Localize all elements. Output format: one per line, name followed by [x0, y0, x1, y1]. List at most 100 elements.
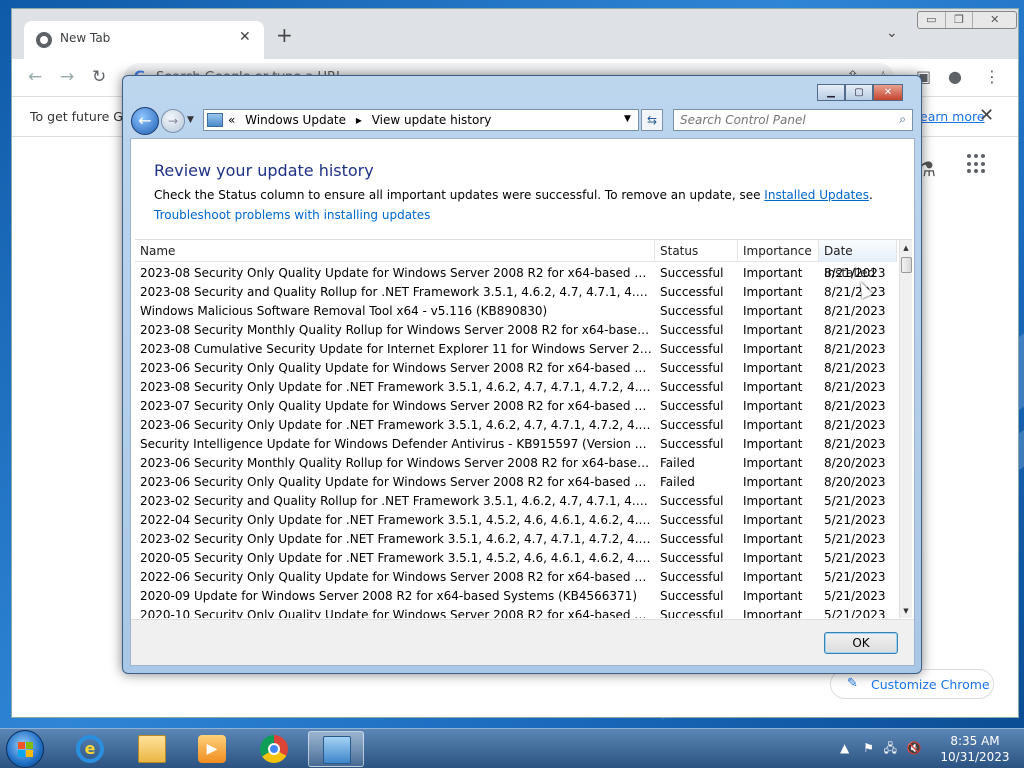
table-row[interactable]: 2023-06 Security Monthly Quality Rollup … — [135, 454, 897, 473]
update-date: 5/21/2023 — [824, 589, 886, 603]
table-row[interactable]: 2020-05 Security Only Update for .NET Fr… — [135, 549, 897, 568]
table-row[interactable]: 2023-08 Cumulative Security Update for I… — [135, 340, 897, 359]
customize-chrome-label: Customize Chrome — [871, 677, 990, 692]
table-row[interactable]: Security Intelligence Update for Windows… — [135, 435, 897, 454]
action-center-flag-icon[interactable]: ⚑ — [863, 741, 874, 755]
scroll-down-icon[interactable]: ▼ — [900, 605, 912, 617]
taskbar-file-explorer[interactable] — [124, 731, 180, 767]
update-date: 8/21/2023 — [824, 266, 886, 280]
update-status: Successful — [660, 570, 724, 584]
recent-pages-dropdown-icon[interactable]: ▼ — [187, 115, 194, 125]
update-status: Successful — [660, 323, 724, 337]
taskbar-chrome[interactable] — [246, 731, 302, 767]
close-button[interactable]: ✕ — [873, 84, 903, 101]
minimize-button[interactable]: ▭ — [918, 12, 946, 28]
restore-button[interactable]: ❐ — [946, 12, 974, 28]
vertical-scrollbar[interactable]: ▲ ▼ — [899, 240, 912, 618]
table-row[interactable]: 2023-06 Security Only Update for .NET Fr… — [135, 416, 897, 435]
troubleshoot-link[interactable]: Troubleshoot problems with installing up… — [154, 208, 430, 222]
table-row[interactable]: 2022-04 Security Only Update for .NET Fr… — [135, 511, 897, 530]
column-date-installed[interactable]: Date Installed — [819, 240, 897, 280]
update-date: 5/21/2023 — [824, 513, 886, 527]
back-button[interactable]: ← — [131, 107, 159, 135]
table-row[interactable]: 2023-07 Security Only Quality Update for… — [135, 397, 897, 416]
address-bar[interactable]: « Windows Update ▸ View update history ▼ — [203, 109, 639, 131]
taskbar-media-player[interactable]: ▶ — [184, 731, 240, 767]
tab-search-icon[interactable]: ⌄ — [886, 25, 898, 41]
network-icon[interactable]: 🖧 — [884, 741, 897, 755]
update-importance: Important — [743, 304, 803, 318]
window-controls: ▁ ▢ ✕ — [817, 84, 903, 102]
minimize-button[interactable]: ▁ — [817, 84, 845, 101]
folder-icon — [138, 735, 166, 763]
close-tab-icon[interactable]: ✕ — [239, 29, 251, 45]
table-row[interactable]: 2020-09 Update for Windows Server 2008 R… — [135, 587, 897, 606]
breadcrumb-overflow[interactable]: « — [228, 113, 235, 127]
maximize-button[interactable]: ▢ — [845, 84, 873, 101]
new-tab-button[interactable]: + — [276, 23, 293, 47]
ok-button[interactable]: OK — [824, 632, 898, 654]
media-player-icon: ▶ — [198, 735, 226, 763]
taskbar-control-panel[interactable] — [308, 731, 364, 767]
clock[interactable]: 8:35 AM 10/31/2023 — [940, 733, 1010, 765]
address-dropdown-icon[interactable]: ▼ — [624, 114, 631, 124]
scroll-thumb[interactable] — [901, 257, 912, 273]
update-status: Successful — [660, 380, 724, 394]
learn-more-link[interactable]: earn more — [920, 109, 985, 124]
table-row[interactable]: 2023-02 Security and Quality Rollup for … — [135, 492, 897, 511]
table-row[interactable]: Windows Malicious Software Removal Tool … — [135, 302, 897, 321]
column-status[interactable]: Status — [655, 240, 738, 262]
update-date: 5/21/2023 — [824, 551, 886, 565]
close-button[interactable]: ✕ — [973, 12, 1016, 28]
table-row[interactable]: 2023-02 Security Only Update for .NET Fr… — [135, 530, 897, 549]
column-importance[interactable]: Importance — [738, 240, 819, 262]
table-row[interactable]: 2023-08 Security Monthly Quality Rollup … — [135, 321, 897, 340]
table-row[interactable]: 2020-10 Security Only Quality Update for… — [135, 606, 897, 618]
installed-updates-link[interactable]: Installed Updates — [764, 188, 869, 202]
scroll-up-icon[interactable]: ▲ — [900, 242, 912, 254]
close-infobar-icon[interactable]: ✕ — [979, 105, 994, 126]
volume-muted-icon[interactable]: 🔇 — [907, 741, 922, 755]
page-title: Review your update history — [154, 161, 374, 180]
start-button[interactable] — [6, 730, 44, 768]
search-input[interactable] — [674, 110, 884, 130]
apps-grid-icon[interactable] — [967, 154, 987, 174]
update-name: 2023-06 Security Only Quality Update for… — [140, 475, 652, 489]
table-row[interactable]: 2023-06 Security Only Quality Update for… — [135, 473, 897, 492]
chrome-icon — [36, 32, 52, 48]
update-date: 8/20/2023 — [824, 456, 886, 470]
table-row[interactable]: 2022-06 Security Only Quality Update for… — [135, 568, 897, 587]
update-name: Security Intelligence Update for Windows… — [140, 437, 652, 451]
update-importance: Important — [743, 475, 803, 489]
refresh-button[interactable]: ⇆ — [641, 109, 663, 131]
table-row[interactable]: 2023-08 Security Only Quality Update for… — [135, 264, 897, 283]
back-arrow-icon[interactable]: ← — [28, 67, 42, 87]
taskbar-internet-explorer[interactable]: e — [62, 731, 118, 767]
profile-icon[interactable]: ● — [948, 67, 962, 86]
forward-arrow-icon[interactable]: → — [60, 67, 74, 87]
tab-strip: New Tab ✕ + ⌄ ▭ ❐ ✕ — [12, 9, 1018, 59]
table-row[interactable]: 2023-08 Security Only Update for .NET Fr… — [135, 378, 897, 397]
update-status: Successful — [660, 418, 724, 432]
dialog-footer: OK — [131, 619, 914, 665]
table-row[interactable]: 2023-06 Security Only Quality Update for… — [135, 359, 897, 378]
breadcrumb-view-update-history[interactable]: View update history — [372, 113, 492, 127]
tab-title: New Tab — [60, 31, 111, 45]
update-name: 2023-06 Security Only Update for .NET Fr… — [140, 418, 652, 432]
show-hidden-icons[interactable]: ▲ — [840, 741, 849, 755]
update-name: 2022-04 Security Only Update for .NET Fr… — [140, 513, 652, 527]
table-row[interactable]: 2023-08 Security and Quality Rollup for … — [135, 283, 897, 302]
update-status: Successful — [660, 494, 724, 508]
menu-icon[interactable]: ⋮ — [984, 67, 1000, 86]
search-icon[interactable]: ⌕ — [899, 112, 906, 127]
breadcrumb-windows-update[interactable]: Windows Update — [245, 113, 346, 127]
update-status: Successful — [660, 608, 724, 618]
breadcrumb: « Windows Update ▸ View update history — [228, 113, 497, 127]
reload-icon[interactable]: ↻ — [92, 67, 106, 87]
update-name: 2020-09 Update for Windows Server 2008 R… — [140, 589, 638, 603]
column-name[interactable]: Name — [135, 240, 655, 262]
breadcrumb-separator-icon[interactable]: ▸ — [356, 113, 362, 127]
update-name: 2023-07 Security Only Quality Update for… — [140, 399, 652, 413]
tab-new-tab[interactable]: New Tab ✕ — [24, 21, 264, 59]
forward-button[interactable]: → — [161, 109, 185, 133]
